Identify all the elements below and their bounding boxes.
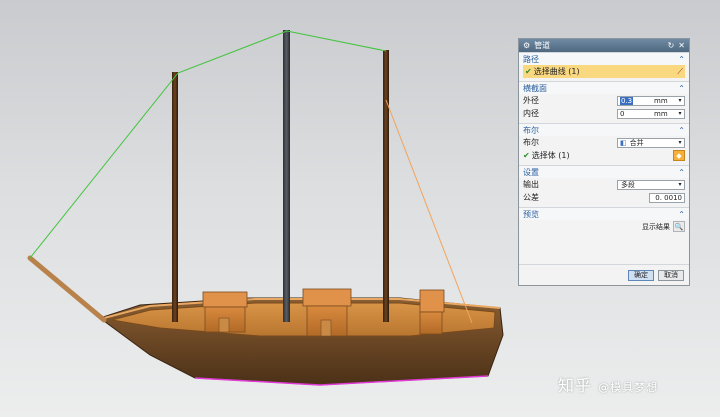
curve-select-icon[interactable]: ⟋: [677, 67, 683, 77]
chevron-down-icon[interactable]: ▾: [676, 139, 684, 146]
reset-icon[interactable]: ↻: [668, 41, 675, 50]
outer-diameter-value: 0.3: [620, 96, 634, 105]
dialog-footer: 确定 取消: [519, 264, 689, 285]
tolerance-row: 公差 0. 0010: [519, 191, 689, 204]
section-preview-title: 预览: [523, 209, 539, 219]
close-icon[interactable]: ✕: [678, 41, 685, 50]
rigging-green-curve[interactable]: [29, 30, 387, 259]
inner-diameter-value: 0: [620, 109, 625, 118]
magnifier-icon[interactable]: 🔍: [673, 221, 685, 232]
check-icon: ✔: [523, 151, 530, 160]
boolean-value: 合并: [629, 138, 644, 147]
check-icon: ✔: [525, 67, 532, 76]
output-row: 输出 多段 ▾: [519, 178, 689, 191]
gear-icon: ⚙: [523, 41, 531, 50]
cancel-button[interactable]: 取消: [658, 269, 684, 281]
body-select-icon[interactable]: ◆: [673, 150, 685, 161]
cabin-fore[interactable]: [202, 291, 248, 333]
chevron-up-icon: ⌃: [678, 125, 685, 135]
cabin-middle[interactable]: [302, 288, 352, 337]
section-settings-title: 设置: [523, 167, 539, 177]
chevron-up-icon: ⌃: [678, 54, 685, 64]
show-result-row: 显示结果 🔍: [519, 220, 689, 233]
section-cross-section-header[interactable]: 横截面 ⌃: [519, 81, 689, 94]
chevron-down-icon[interactable]: ▾: [676, 97, 684, 104]
select-curve-row[interactable]: ✔ 选择曲线 (1) ⟋: [523, 65, 685, 78]
inner-diameter-row: 内径 0 mm ▾: [519, 107, 689, 120]
cabin-aft[interactable]: [419, 289, 445, 335]
chevron-up-icon: ⌃: [678, 83, 685, 93]
mast-aft[interactable]: [383, 50, 389, 322]
section-path-header[interactable]: 路径 ⌃: [519, 52, 689, 65]
output-select[interactable]: 多段 ▾: [617, 179, 685, 190]
dialog-title: 管道: [534, 41, 551, 50]
show-result-label: 显示结果: [642, 222, 670, 231]
select-body-row[interactable]: ✔ 选择体 (1) ◆: [519, 149, 689, 162]
chevron-up-icon: ⌃: [678, 167, 685, 177]
section-path-title: 路径: [523, 54, 539, 64]
section-settings-header[interactable]: 设置 ⌃: [519, 165, 689, 178]
chevron-down-icon[interactable]: ▾: [676, 181, 684, 188]
inner-diameter-input[interactable]: 0 mm ▾: [617, 108, 685, 119]
output-value: 多段: [621, 180, 635, 189]
mast-main-selected[interactable]: [283, 30, 290, 322]
inner-diameter-unit: mm: [654, 109, 668, 118]
boolean-row: 布尔 ◧ 合并 ▾: [519, 136, 689, 149]
chevron-up-icon: ⌃: [678, 209, 685, 219]
watermark: 知乎 @模具梦想: [558, 372, 658, 396]
tolerance-input[interactable]: 0. 0010: [649, 192, 685, 203]
rigging-orange-line[interactable]: [385, 99, 473, 324]
watermark-author: @模具梦想: [598, 381, 659, 394]
section-cross-section-title: 横截面: [523, 83, 547, 93]
tube-dialog[interactable]: ⚙ 管道 ↻ ✕ 路径 ⌃ ✔ 选择曲线 (1) ⟋ 横截面 ⌃ 外径 0.3 …: [518, 38, 690, 286]
section-preview-header[interactable]: 预览 ⌃: [519, 207, 689, 220]
dialog-title-bar[interactable]: ⚙ 管道 ↻ ✕: [519, 39, 689, 52]
outer-diameter-unit: mm: [654, 96, 668, 105]
section-boolean-header[interactable]: 布尔 ⌃: [519, 123, 689, 136]
select-body-label: 选择体 (1): [531, 151, 570, 160]
section-boolean-title: 布尔: [523, 125, 539, 135]
ok-button[interactable]: 确定: [628, 269, 654, 281]
mast-fore[interactable]: [172, 72, 178, 322]
boolean-select[interactable]: ◧ 合并 ▾: [617, 137, 685, 148]
outer-diameter-input[interactable]: 0.3 mm ▾: [617, 95, 685, 106]
unite-icon: ◧: [620, 138, 627, 147]
chevron-down-icon[interactable]: ▾: [676, 110, 684, 117]
select-curve-label: 选择曲线 (1): [533, 67, 580, 76]
bowsprit[interactable]: [27, 255, 107, 323]
watermark-site: 知乎: [558, 376, 593, 395]
outer-diameter-row: 外径 0.3 mm ▾: [519, 94, 689, 107]
